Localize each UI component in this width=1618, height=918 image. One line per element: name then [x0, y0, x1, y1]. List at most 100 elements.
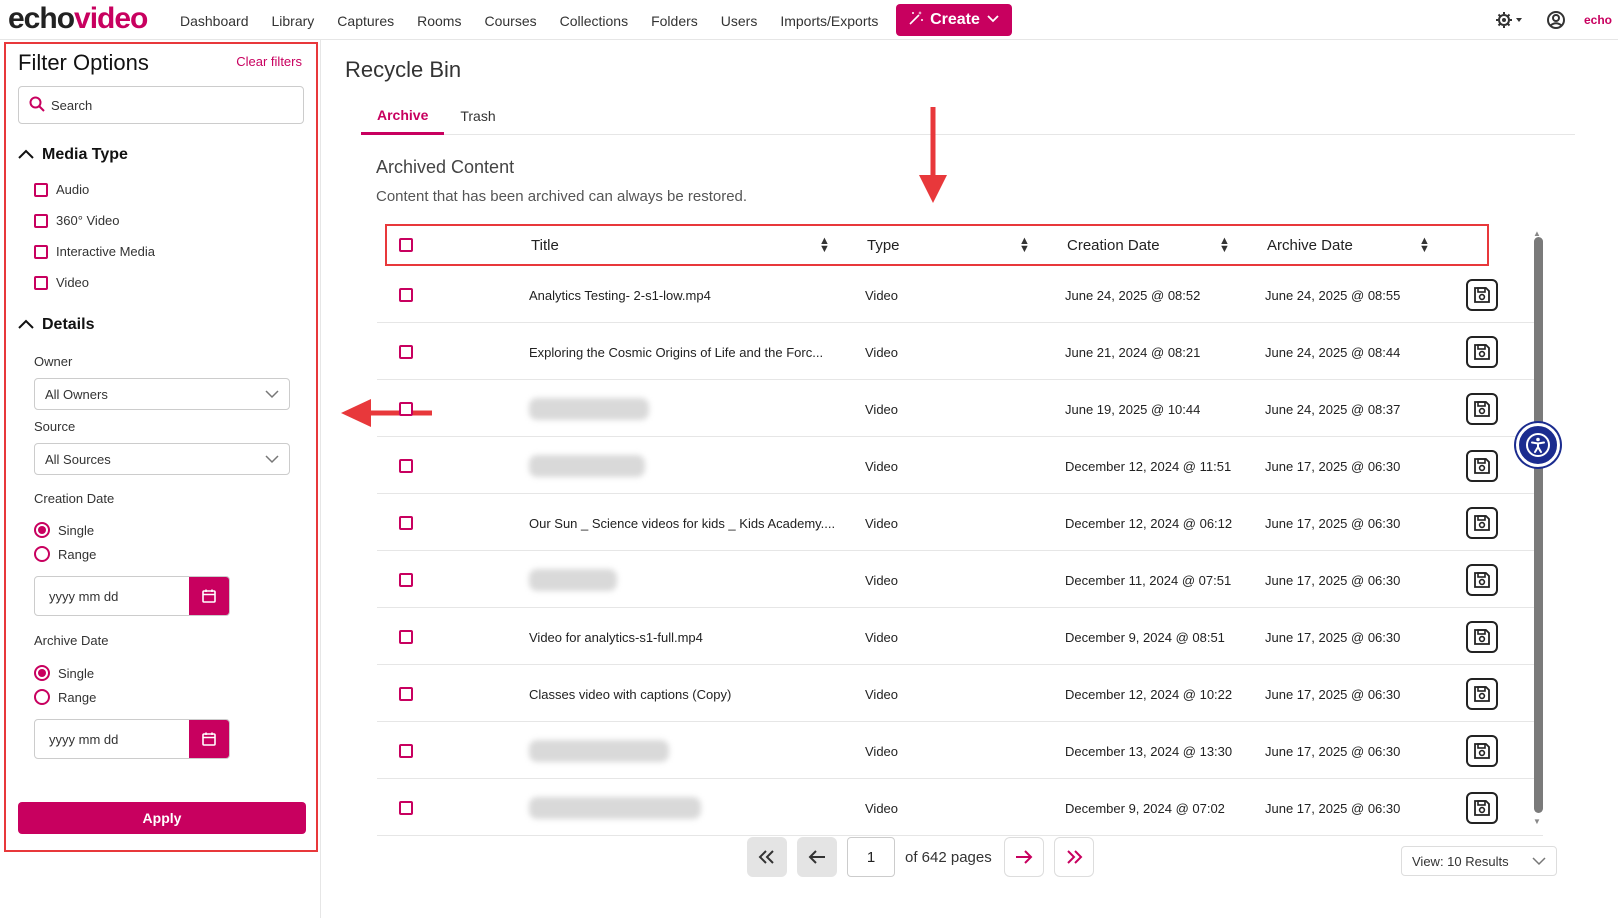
nav-folders[interactable]: Folders — [651, 12, 698, 30]
create-button[interactable]: Create — [896, 4, 1012, 36]
sort-icon[interactable]: ▲ ▼ — [819, 236, 830, 255]
row-checkbox[interactable] — [399, 630, 413, 644]
checkbox[interactable] — [34, 244, 48, 259]
nav-imports-exports[interactable]: Imports/Exports — [780, 12, 878, 30]
table-row[interactable]: Video December 13, 2024 @ 13:30 June 17,… — [377, 723, 1543, 779]
row-checkbox[interactable] — [399, 402, 413, 416]
nav-rooms[interactable]: Rooms — [417, 12, 461, 30]
restore-save-icon[interactable] — [1466, 678, 1498, 710]
checkbox[interactable] — [34, 275, 48, 290]
radio-button[interactable] — [34, 665, 50, 681]
last-page-button[interactable] — [1053, 837, 1094, 877]
page-number-input[interactable]: 1 — [847, 837, 895, 877]
scrollbar-thumb[interactable] — [1534, 237, 1543, 813]
accessibility-icon[interactable] — [1516, 423, 1560, 467]
radio-button[interactable] — [34, 689, 50, 705]
creation-date-input[interactable]: yyyy mm dd — [34, 576, 230, 616]
media-type-video-checkbox[interactable]: Video — [34, 275, 89, 290]
row-title[interactable]: Classes video with captions (Copy) — [529, 687, 731, 702]
row-checkbox[interactable] — [399, 744, 413, 758]
calendar-icon[interactable] — [189, 577, 229, 615]
nav-users[interactable]: Users — [721, 12, 758, 30]
row-checkbox[interactable] — [399, 516, 413, 530]
sort-icon[interactable]: ▲ ▼ — [1219, 236, 1230, 255]
column-creation-date[interactable]: Creation Date — [1067, 237, 1160, 254]
settings-gear-icon[interactable] — [1494, 8, 1526, 32]
restore-save-icon[interactable] — [1466, 393, 1498, 425]
checkbox[interactable] — [34, 182, 48, 197]
creation-date-range-radio[interactable]: Range — [34, 546, 96, 562]
media-type-audio-checkbox[interactable]: Audio — [34, 182, 89, 197]
sort-icon[interactable]: ▲ ▼ — [1419, 236, 1430, 255]
apply-button[interactable]: Apply — [18, 802, 306, 834]
user-account-icon[interactable] — [1544, 8, 1568, 32]
nav-dashboard[interactable]: Dashboard — [180, 12, 249, 30]
select-all-checkbox[interactable] — [399, 238, 413, 252]
media-type-section-toggle[interactable]: Media Type — [18, 146, 128, 164]
row-checkbox[interactable] — [399, 687, 413, 701]
row-title[interactable]: Analytics Testing- 2-s1-low.mp4 — [529, 288, 711, 303]
owner-select[interactable]: All Owners — [34, 378, 290, 410]
nav-courses[interactable]: Courses — [484, 12, 536, 30]
next-page-button[interactable] — [1003, 837, 1044, 877]
clear-filters-link[interactable]: Clear filters — [236, 54, 302, 69]
archive-date-range-radio[interactable]: Range — [34, 689, 96, 705]
restore-save-icon[interactable] — [1466, 507, 1498, 539]
echovideo-logo[interactable]: echovideo — [8, 2, 148, 36]
previous-page-button[interactable] — [797, 837, 837, 877]
nav-library[interactable]: Library — [272, 12, 315, 30]
nav-collections[interactable]: Collections — [560, 12, 628, 30]
media-type-interactive-checkbox[interactable]: Interactive Media — [34, 244, 155, 259]
table-row[interactable]: Video for analytics-s1-full.mp4 Video De… — [377, 609, 1543, 665]
calendar-icon[interactable] — [189, 720, 229, 758]
table-row[interactable]: Analytics Testing- 2-s1-low.mp4 Video Ju… — [377, 267, 1543, 323]
search-input[interactable]: Search — [18, 86, 304, 124]
column-archive-date[interactable]: Archive Date — [1267, 237, 1353, 254]
archive-date-single-radio[interactable]: Single — [34, 665, 94, 681]
column-type[interactable]: Type — [867, 237, 900, 254]
table-row[interactable]: Exploring the Cosmic Origins of Life and… — [377, 324, 1543, 380]
column-title[interactable]: Title — [531, 237, 559, 254]
row-checkbox[interactable] — [399, 459, 413, 473]
date-placeholder: yyyy mm dd — [49, 588, 119, 604]
row-checkbox[interactable] — [399, 345, 413, 359]
source-select[interactable]: All Sources — [34, 443, 290, 475]
restore-save-icon[interactable] — [1466, 450, 1498, 482]
echo360-mini-logo[interactable]: echo — [1584, 8, 1612, 32]
first-page-button[interactable] — [747, 837, 787, 877]
table-row[interactable]: Video June 19, 2025 @ 10:44 June 24, 202… — [377, 381, 1543, 437]
tab-archive[interactable]: Archive — [361, 97, 445, 135]
table-row[interactable]: Our Sun _ Science videos for kids _ Kids… — [377, 495, 1543, 551]
restore-save-icon[interactable] — [1466, 621, 1498, 653]
results-per-page-select[interactable]: View: 10 Results — [1401, 846, 1557, 876]
sort-icon[interactable]: ▲ ▼ — [1019, 236, 1030, 255]
table-row[interactable]: Video December 9, 2024 @ 07:02 June 17, … — [377, 780, 1543, 836]
table-row[interactable]: Classes video with captions (Copy) Video… — [377, 666, 1543, 722]
page-title: Recycle Bin — [345, 57, 462, 82]
restore-save-icon[interactable] — [1466, 735, 1498, 767]
row-title[interactable]: Video for analytics-s1-full.mp4 — [529, 630, 703, 645]
archive-date-input[interactable]: yyyy mm dd — [34, 719, 230, 759]
radio-button[interactable] — [34, 522, 50, 538]
restore-save-icon[interactable] — [1466, 564, 1498, 596]
restore-save-icon[interactable] — [1466, 279, 1498, 311]
media-type-360-video-checkbox[interactable]: 360° Video — [34, 213, 120, 228]
restore-save-icon[interactable] — [1466, 792, 1498, 824]
row-title[interactable]: Exploring the Cosmic Origins of Life and… — [529, 345, 823, 360]
restore-save-icon[interactable] — [1466, 336, 1498, 368]
nav-captures[interactable]: Captures — [337, 12, 394, 30]
chevron-down-icon — [1532, 854, 1546, 869]
tab-trash[interactable]: Trash — [444, 97, 511, 135]
scroll-down-arrow[interactable]: ▼ — [1533, 817, 1541, 826]
row-checkbox[interactable] — [399, 288, 413, 302]
row-title[interactable]: Our Sun _ Science videos for kids _ Kids… — [529, 516, 835, 531]
row-checkbox[interactable] — [399, 573, 413, 587]
radio-button[interactable] — [34, 546, 50, 562]
creation-date-single-radio[interactable]: Single — [34, 522, 94, 538]
row-checkbox[interactable] — [399, 801, 413, 815]
checkbox[interactable] — [34, 213, 48, 228]
table-row[interactable]: Video December 11, 2024 @ 07:51 June 17,… — [377, 552, 1543, 608]
details-section-toggle[interactable]: Details — [18, 316, 94, 334]
table-row[interactable]: Video December 12, 2024 @ 11:51 June 17,… — [377, 438, 1543, 494]
row-type: Video — [865, 572, 899, 588]
